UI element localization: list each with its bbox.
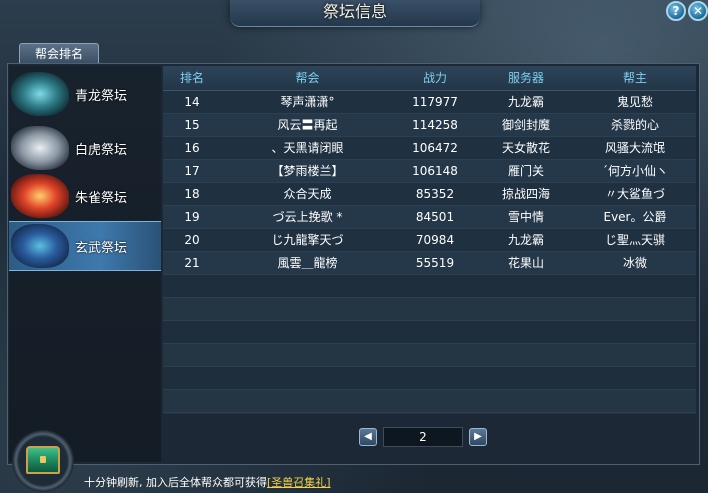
cell-guild: 众合天成: [283, 187, 332, 201]
cell-leader: Ever。公爵: [603, 210, 667, 224]
cell-power: 70984: [415, 233, 455, 247]
cell-rank: 17: [184, 164, 200, 178]
table-row[interactable]: 16 、天黑请闭眼 106472 天女散花 风骚大流氓: [163, 137, 696, 160]
cell-rank: 21: [184, 256, 200, 270]
cell-server: 雪中情: [507, 210, 544, 224]
close-button[interactable]: ✕: [688, 1, 708, 21]
empty-row: [163, 344, 696, 367]
ranking-table: 排名 帮会 战力 服务器 帮主 14 琴声潇潇° 117977 九龙霸 鬼见愁 …: [163, 66, 696, 414]
table-row[interactable]: 18 众合天成 85352 掠战四海 〃大鲨鱼づ: [163, 183, 696, 206]
empty-row: [163, 367, 696, 390]
cell-power: 85352: [415, 187, 455, 201]
cell-rank: 14: [184, 95, 200, 109]
cell-server: 天女散花: [501, 141, 550, 155]
sidebar-item-black-tortoise-altar[interactable]: 玄武祭坛: [9, 221, 161, 271]
cell-rank: 16: [184, 141, 200, 155]
column-header-guild: 帮会: [295, 71, 320, 85]
column-header-leader: 帮主: [622, 71, 647, 85]
cell-leader: ˊ何方小仙ヽ: [601, 164, 668, 178]
cell-guild: 琴声潇潇°: [280, 95, 335, 109]
cell-server: 掠战四海: [501, 187, 550, 201]
reward-link[interactable]: [圣兽召集礼]: [267, 476, 331, 489]
table-row[interactable]: 19 づ云上挽歌 * 84501 雪中情 Ever。公爵: [163, 206, 696, 229]
azure-dragon-icon: [11, 72, 69, 116]
altar-sidebar: 青龙祭坛 白虎祭坛 朱雀祭坛 玄武祭坛: [9, 66, 161, 462]
notice-text: 十分钟刷新, 加入后全体帮众都可获得: [84, 476, 267, 489]
cell-power: 106148: [412, 164, 458, 178]
cell-leader: じ聖灬天骐: [604, 233, 665, 247]
cell-server: 御剑封魔: [501, 118, 550, 132]
cell-leader: 〃大鲨鱼づ: [604, 187, 665, 201]
cell-rank: 15: [184, 118, 200, 132]
next-page-button[interactable]: ▶: [469, 428, 487, 446]
cell-power: 55519: [415, 256, 455, 270]
sidebar-item-label: 白虎祭坛: [75, 142, 128, 158]
cell-server: 九龙霸: [507, 95, 544, 109]
table-header: 排名 帮会 战力 服务器 帮主: [163, 66, 696, 91]
white-tiger-icon: [11, 126, 69, 170]
help-button[interactable]: ?: [666, 1, 686, 21]
cell-guild: づ云上挽歌 *: [272, 210, 343, 224]
empty-row: [163, 275, 696, 298]
table-row[interactable]: 14 琴声潇潇° 117977 九龙霸 鬼见愁: [163, 91, 696, 114]
sidebar-item-vermilion-bird-altar[interactable]: 朱雀祭坛: [9, 172, 161, 220]
treasure-chest-icon[interactable]: [26, 446, 60, 474]
sidebar-item-azure-dragon-altar[interactable]: 青龙祭坛: [9, 70, 161, 118]
cell-rank: 20: [184, 233, 200, 247]
cell-power: 84501: [415, 210, 455, 224]
empty-row: [163, 390, 696, 413]
cell-leader: 风骚大流氓: [604, 141, 665, 155]
previous-page-button[interactable]: ◀: [359, 428, 377, 446]
sidebar-item-label: 朱雀祭坛: [75, 190, 128, 206]
cell-guild: じ九龍擎天づ: [271, 233, 344, 247]
cell-guild: 、天黑请闭眼: [271, 141, 344, 155]
cell-server: 九龙霸: [507, 233, 544, 247]
refresh-notice: 十分钟刷新, 加入后全体帮众都可获得[圣兽召集礼]: [84, 474, 331, 492]
column-header-rank: 排名: [179, 71, 204, 85]
column-header-power: 战力: [422, 71, 447, 85]
table-row[interactable]: 15 风云〓再起 114258 御剑封魔 杀戮的心: [163, 114, 696, 137]
tab-guild-ranking[interactable]: 帮会排名: [19, 43, 99, 64]
cell-power: 114258: [412, 118, 458, 132]
sidebar-item-label: 青龙祭坛: [75, 88, 128, 104]
empty-row: [163, 298, 696, 321]
empty-row: [163, 321, 696, 344]
table-row[interactable]: 21 風雲＿龍榜 55519 花果山 冰微: [163, 252, 696, 275]
cell-server: 雁门关: [507, 164, 544, 178]
sidebar-item-white-tiger-altar[interactable]: 白虎祭坛: [9, 124, 161, 172]
cell-guild: 風雲＿龍榜: [277, 256, 338, 270]
cell-rank: 18: [184, 187, 200, 201]
table-row[interactable]: 20 じ九龍擎天づ 70984 九龙霸 じ聖灬天骐: [163, 229, 696, 252]
sidebar-item-label: 玄武祭坛: [75, 240, 128, 256]
window-title: 祭坛信息: [230, 0, 480, 27]
cell-rank: 19: [184, 210, 200, 224]
cell-leader: 鬼见愁: [616, 95, 653, 109]
cell-server: 花果山: [507, 256, 544, 270]
vermilion-bird-icon: [11, 174, 69, 218]
cell-guild: 【梦雨楼兰】: [271, 164, 344, 178]
cell-power: 106472: [412, 141, 458, 155]
cell-leader: 冰微: [622, 256, 647, 270]
table-row[interactable]: 17 【梦雨楼兰】 106148 雁门关 ˊ何方小仙ヽ: [163, 160, 696, 183]
black-tortoise-icon: [11, 224, 69, 268]
cell-power: 117977: [412, 95, 458, 109]
cell-leader: 杀戮的心: [610, 118, 659, 132]
page-number: 2: [383, 427, 463, 447]
cell-guild: 风云〓再起: [277, 118, 338, 132]
column-header-server: 服务器: [507, 71, 544, 85]
